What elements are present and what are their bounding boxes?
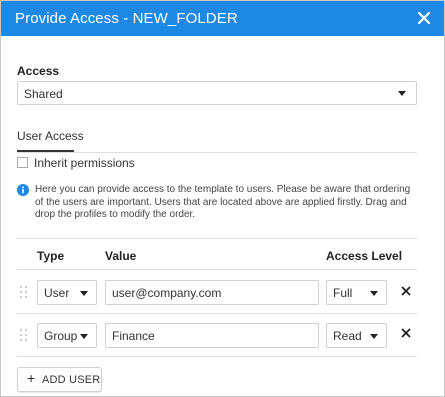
access-level-select-value: Read — [333, 329, 362, 343]
info-icon — [17, 184, 29, 196]
chevron-down-icon — [370, 291, 378, 296]
row-divider — [17, 313, 417, 314]
type-select-value: User — [44, 286, 70, 300]
table-top-divider — [17, 238, 417, 239]
value-input-text: Finance — [112, 329, 155, 343]
column-header-type: Type — [37, 249, 65, 263]
row-divider — [17, 356, 417, 357]
chevron-down-icon — [80, 334, 88, 339]
remove-row-icon[interactable] — [401, 286, 411, 296]
value-input[interactable]: user@company.com — [105, 280, 319, 305]
drag-handle-icon[interactable] — [20, 286, 28, 298]
chevron-down-icon — [398, 91, 406, 96]
plus-icon: + — [27, 370, 36, 386]
close-icon — [417, 11, 431, 25]
type-select[interactable]: Group — [37, 323, 97, 348]
access-select-value: Shared — [24, 87, 63, 101]
table-header-divider — [17, 269, 417, 270]
inherit-permissions-checkbox[interactable] — [17, 157, 28, 168]
column-header-access-level: Access Level — [326, 249, 403, 263]
dialog-title: Provide Access - NEW_FOLDER — [15, 10, 238, 27]
type-select-value: Group — [44, 329, 78, 343]
inherit-permissions-label: Inherit permissions — [34, 156, 135, 170]
close-button[interactable] — [414, 8, 434, 28]
access-select[interactable]: Shared — [17, 81, 417, 105]
provide-access-dialog: Provide Access - NEW_FOLDER Access Share… — [0, 0, 445, 397]
add-user-button-label: ADD USER — [42, 374, 101, 386]
access-label: Access — [17, 64, 60, 78]
access-level-select[interactable]: Read — [326, 323, 387, 348]
access-level-select[interactable]: Full — [326, 280, 387, 305]
tab-divider — [17, 152, 417, 153]
remove-row-icon[interactable] — [401, 328, 411, 338]
chevron-down-icon — [80, 291, 88, 296]
tab-user-access[interactable]: User Access — [17, 129, 84, 143]
access-level-select-value: Full — [333, 286, 353, 300]
column-header-value: Value — [105, 249, 137, 263]
drag-handle-icon[interactable] — [20, 329, 28, 341]
info-text: Here you can provide access to the templ… — [35, 184, 411, 220]
dialog-titlebar: Provide Access - NEW_FOLDER — [1, 1, 444, 36]
value-input[interactable]: Finance — [105, 323, 319, 348]
value-input-text: user@company.com — [112, 286, 222, 300]
add-user-button[interactable]: + ADD USER — [17, 367, 102, 392]
type-select[interactable]: User — [37, 280, 97, 305]
chevron-down-icon — [370, 334, 378, 339]
